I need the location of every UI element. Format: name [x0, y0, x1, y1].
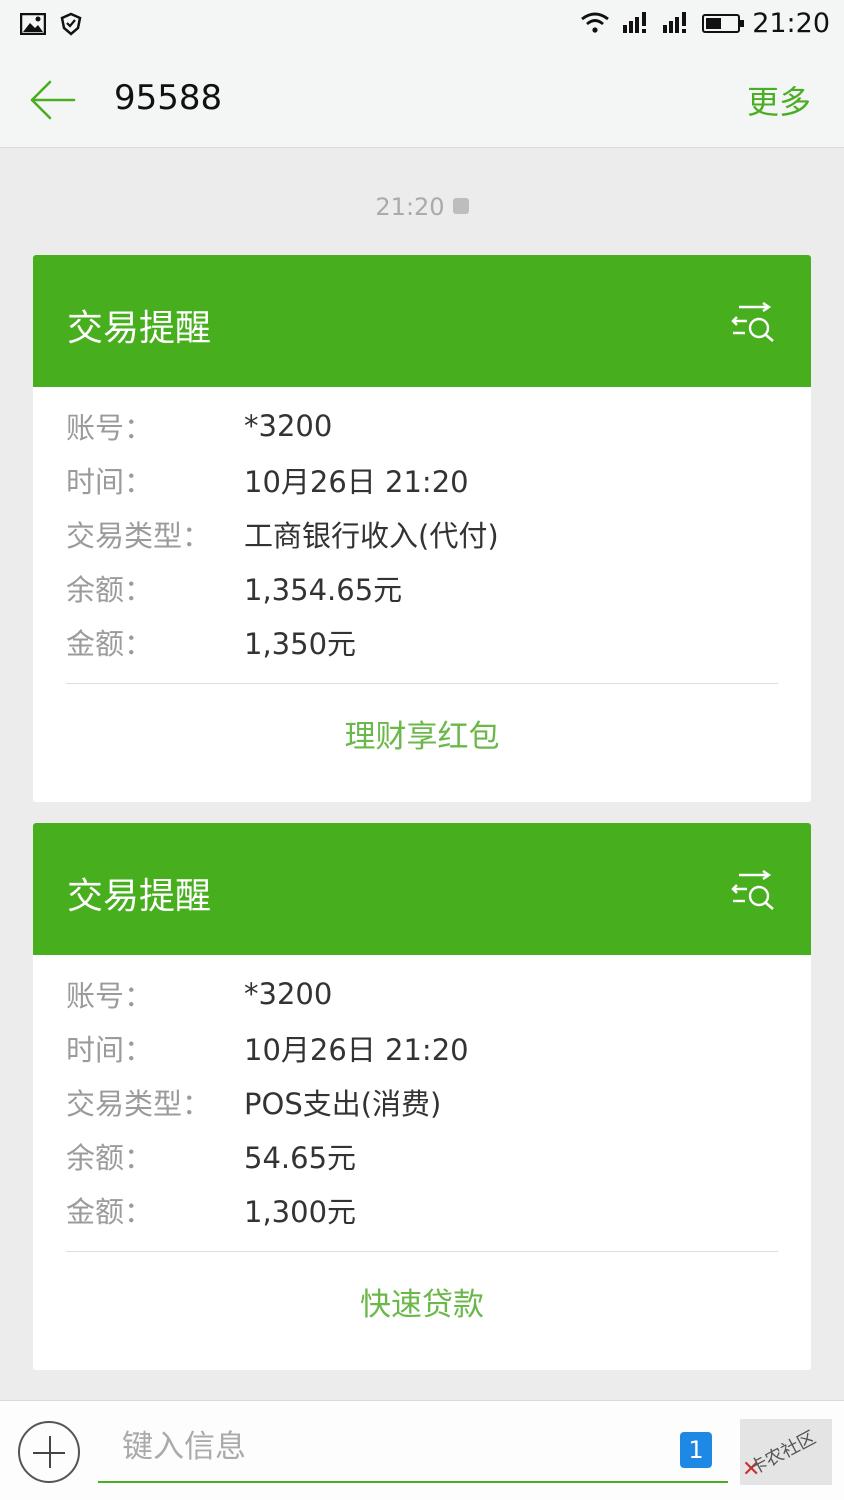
back-arrow-icon[interactable] — [28, 78, 78, 122]
message-card: 交易提醒 账号： *3200 时间： 10月26日 21:20 交易类型： POS支出… — [33, 823, 811, 1370]
watermark-text: 卡农社区 — [745, 1427, 820, 1480]
battery-icon — [702, 14, 745, 33]
timestamp-text: 21:20 — [375, 193, 445, 221]
card-action-link[interactable]: 理财享红包 — [33, 684, 811, 792]
detail-row: 时间： 10月26日 21:20 — [66, 1021, 778, 1075]
row-label: 金额： — [66, 1195, 154, 1229]
filter-search-icon[interactable] — [729, 869, 777, 911]
detail-row: 金额： 1,350元 — [66, 615, 778, 669]
row-value: 54.65元 — [244, 1141, 357, 1175]
row-label: 交易类型： — [66, 1087, 212, 1121]
signal-icon — [622, 10, 650, 38]
row-label: 余额： — [66, 1141, 154, 1175]
message-input[interactable] — [98, 1417, 638, 1477]
message-input-wrapper: 1 — [98, 1417, 728, 1483]
image-icon — [19, 12, 47, 39]
wifi-icon — [580, 10, 610, 38]
row-label: 时间： — [66, 1033, 154, 1067]
row-label: 交易类型： — [66, 519, 212, 553]
card-title: 交易提醒 — [67, 308, 212, 349]
detail-row: 金额： 1,300元 — [66, 1183, 778, 1237]
detail-row: 交易类型： 工商银行收入(代付) — [66, 507, 778, 561]
card-header: 交易提醒 — [33, 255, 811, 387]
card-header: 交易提醒 — [33, 823, 811, 955]
detail-row: 账号： *3200 — [66, 967, 778, 1021]
add-attachment-button[interactable] — [18, 1421, 80, 1483]
filter-search-icon[interactable] — [729, 301, 777, 343]
row-value: 1,350元 — [244, 627, 357, 661]
status-bar: 21:20 — [0, 0, 844, 50]
row-label: 账号： — [66, 411, 154, 445]
row-value: POS支出(消费) — [244, 1087, 442, 1121]
card-action-link[interactable]: 快速贷款 — [33, 1252, 811, 1360]
message-card: 交易提醒 账号： *3200 时间： 10月26日 21:20 交易类型： 工商银行收… — [33, 255, 811, 802]
row-label: 账号： — [66, 979, 154, 1013]
more-button[interactable]: 更多 — [747, 77, 811, 123]
row-value: 10月26日 21:20 — [244, 465, 469, 499]
row-value: 1,300元 — [244, 1195, 357, 1229]
row-label: 金额： — [66, 627, 154, 661]
detail-row: 交易类型： POS支出(消费) — [66, 1075, 778, 1129]
contact-title: 95588 — [114, 78, 223, 118]
watermark-logo: ✕ 卡农社区 — [740, 1419, 832, 1485]
detail-row: 余额： 54.65元 — [66, 1129, 778, 1183]
row-label: 时间： — [66, 465, 154, 499]
conversation-header: 95588 更多 — [0, 50, 844, 148]
detail-row: 余额： 1,354.65元 — [66, 561, 778, 615]
signal-icon — [662, 10, 690, 38]
row-value: 工商银行收入(代付) — [244, 519, 499, 553]
sim-select-badge[interactable]: 1 — [680, 1432, 712, 1468]
message-timestamp: 21:20 — [0, 193, 844, 221]
row-value: 1,354.65元 — [244, 573, 403, 607]
row-value: 10月26日 21:20 — [244, 1033, 469, 1067]
shield-icon — [60, 12, 82, 40]
row-label: 余额： — [66, 573, 154, 607]
row-value: *3200 — [244, 977, 333, 1011]
card-title: 交易提醒 — [67, 876, 212, 917]
row-value: *3200 — [244, 409, 333, 443]
sim-card-icon — [452, 198, 469, 214]
detail-row: 账号： *3200 — [66, 399, 778, 453]
detail-row: 时间： 10月26日 21:20 — [66, 453, 778, 507]
status-time: 21:20 — [752, 8, 830, 39]
message-composer: 1 ✕ 卡农社区 — [0, 1400, 844, 1500]
